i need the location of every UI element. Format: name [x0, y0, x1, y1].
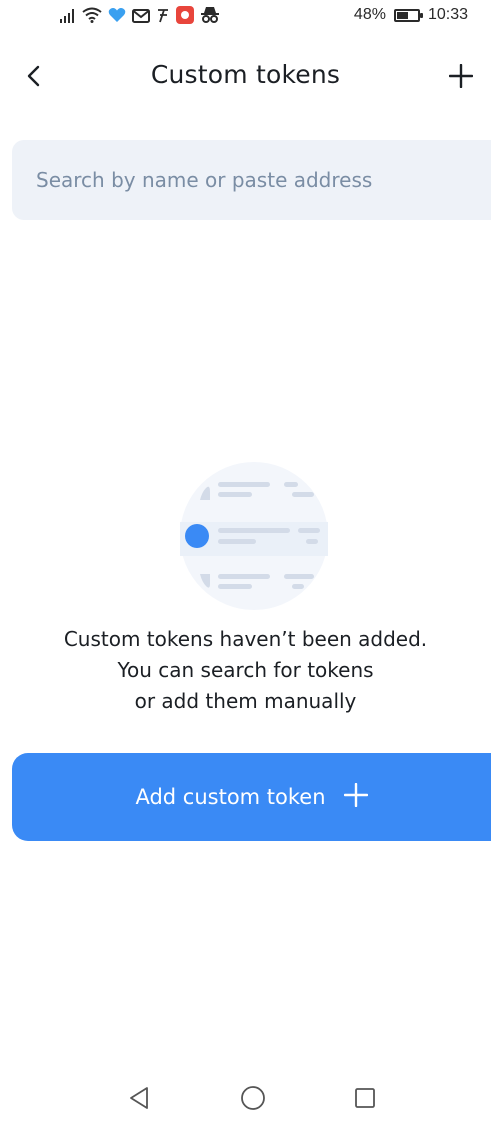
plus-icon — [343, 782, 368, 812]
search-bar — [12, 140, 491, 220]
battery-icon — [393, 8, 423, 22]
system-nav-bar — [0, 1080, 491, 1122]
add-custom-token-label: Add custom token — [135, 785, 326, 809]
incognito-icon — [200, 6, 220, 28]
recents-square-icon — [354, 1087, 376, 1113]
wifi-icon — [82, 7, 102, 27]
empty-token-list-icon — [180, 462, 328, 610]
nav-recents-button[interactable] — [345, 1080, 385, 1120]
empty-state-line-3: or add them manually — [134, 689, 357, 713]
nav-back-button[interactable] — [119, 1080, 159, 1120]
plus-icon — [448, 63, 474, 92]
signal-icon — [60, 8, 76, 27]
heart-app-icon — [108, 7, 126, 27]
home-circle-icon — [240, 1085, 266, 1115]
status-icons-right: 48% 10:33 — [354, 6, 468, 24]
app-header: Custom tokens — [0, 52, 491, 104]
red-app-icon — [176, 6, 194, 28]
add-custom-token-button[interactable]: Add custom token — [12, 753, 491, 841]
page-title: Custom tokens — [150, 60, 341, 89]
search-input[interactable] — [12, 140, 491, 220]
mail-icon — [132, 8, 150, 27]
status-icons-left — [60, 6, 220, 28]
app-glyph-icon — [156, 7, 170, 27]
add-token-button[interactable] — [441, 58, 481, 98]
empty-state-line-1: Custom tokens haven’t been added. — [63, 627, 428, 651]
nav-home-button[interactable] — [233, 1080, 273, 1120]
battery-percent: 48% — [353, 6, 386, 23]
clock: 10:33 — [427, 6, 468, 23]
empty-state-message: Custom tokens haven’t been added. You ca… — [0, 624, 491, 717]
status-bar: 48% 10:33 — [0, 0, 491, 34]
back-triangle-icon — [128, 1086, 150, 1114]
empty-state-line-2: You can search for tokens — [117, 658, 374, 682]
